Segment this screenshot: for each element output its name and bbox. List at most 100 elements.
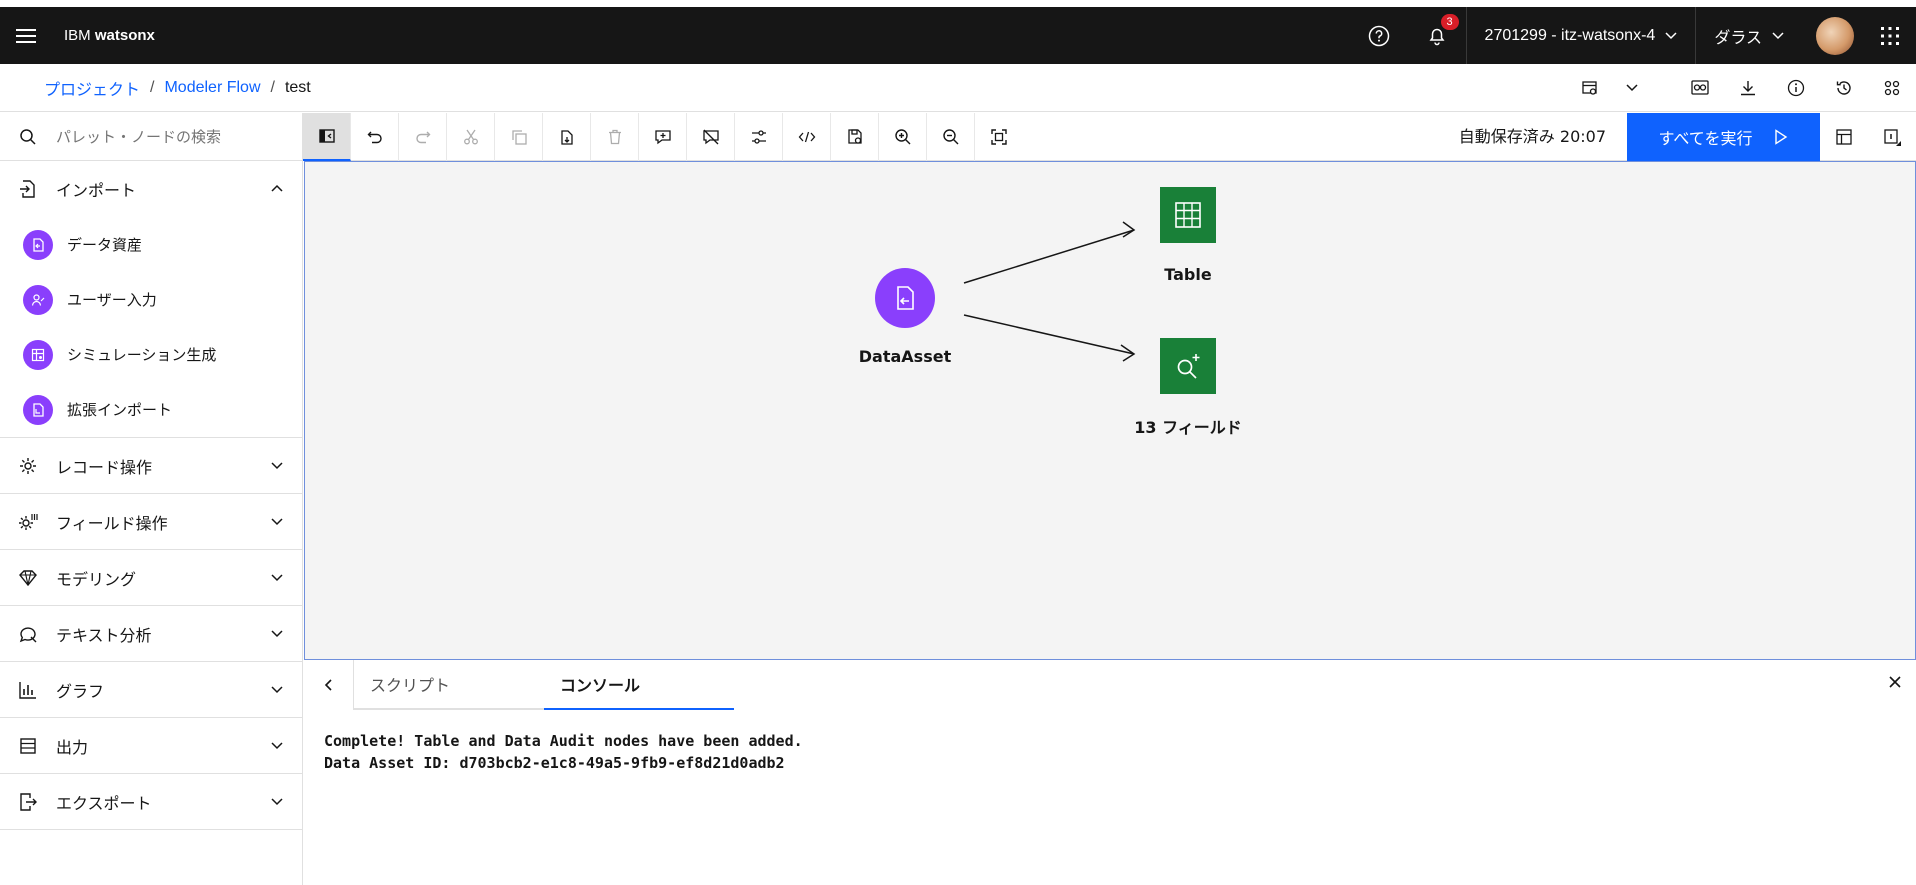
- link-dataasset-table[interactable]: [963, 229, 1135, 284]
- header-actions: 3 2701299 - itz-watsonx-4 ダラス: [1350, 7, 1916, 64]
- dataasset-node[interactable]: [875, 268, 935, 328]
- palette-category-text-analytics[interactable]: テキスト分析: [0, 606, 302, 662]
- data-audit-node-label: 13 フィールド: [1134, 418, 1242, 437]
- bottom-panel: スクリプト コンソール Complete! Table and Data Aud…: [304, 660, 1916, 885]
- output-table-icon: [0, 736, 56, 756]
- flow-settings-icon[interactable]: [1868, 64, 1916, 112]
- flow-type-icon[interactable]: [1566, 64, 1614, 112]
- diamond-icon: [0, 568, 56, 588]
- breadcrumb-current: test: [284, 78, 311, 96]
- palette-category-graphs[interactable]: グラフ: [0, 662, 302, 718]
- table-grid-icon: [1175, 202, 1201, 228]
- info-icon[interactable]: [1772, 64, 1820, 112]
- collapse-panel-button[interactable]: [304, 660, 354, 710]
- menu-icon[interactable]: [0, 7, 52, 64]
- table-node[interactable]: [1160, 187, 1216, 243]
- zoom-out-button[interactable]: [927, 112, 975, 161]
- panel-tabs: スクリプト コンソール: [304, 660, 1916, 710]
- chevron-down-icon: [271, 630, 283, 638]
- palette-category-label: グラフ: [56, 681, 105, 701]
- search-icon: [0, 128, 56, 146]
- chevron-down-icon: [1772, 31, 1784, 39]
- cut-button[interactable]: [447, 112, 495, 161]
- save-version-button[interactable]: [831, 112, 879, 161]
- palette-node-data-asset[interactable]: データ資産: [0, 217, 302, 272]
- palette-category-label: テキスト分析: [56, 625, 152, 645]
- download-icon[interactable]: [1724, 64, 1772, 112]
- close-panel-button[interactable]: [1888, 674, 1902, 693]
- breadcrumb-separator: /: [270, 78, 275, 96]
- chevron-left-icon: [324, 679, 332, 691]
- breadcrumb-separator: /: [150, 78, 155, 96]
- import-icon: [0, 179, 56, 199]
- run-all-button[interactable]: すべてを実行: [1627, 113, 1820, 161]
- data-audit-node[interactable]: [1160, 338, 1216, 394]
- palette-category-field-ops[interactable]: フィールド操作: [0, 494, 302, 550]
- chevron-down-icon: [271, 462, 283, 470]
- console-line: Data Asset ID: d703bcb2-e1c8-49a5-9fb9-e…: [324, 754, 785, 772]
- account-label: 2701299 - itz-watsonx-4: [1484, 26, 1656, 44]
- run-all-label: すべてを実行: [1658, 129, 1753, 148]
- notification-bell-icon[interactable]: 3: [1408, 7, 1466, 64]
- properties-panel-button[interactable]: [1868, 113, 1916, 161]
- palette-node-simulation[interactable]: シミュレーション生成: [0, 327, 302, 382]
- history-icon[interactable]: [1820, 64, 1868, 112]
- chevron-down-icon[interactable]: [1614, 64, 1650, 112]
- palette-category-label: インポート: [56, 181, 137, 200]
- zoom-in-button[interactable]: [879, 112, 927, 161]
- hide-comments-button[interactable]: [687, 112, 735, 161]
- export-icon: [0, 792, 56, 812]
- record-ops-icon: [0, 456, 56, 476]
- model-compare-icon[interactable]: [1676, 64, 1724, 112]
- chevron-down-icon: [271, 574, 283, 582]
- help-icon[interactable]: [1350, 7, 1408, 64]
- palette-category-record-ops[interactable]: レコード操作: [0, 438, 302, 494]
- brand-product: watsonx: [94, 27, 155, 44]
- paste-button[interactable]: [543, 112, 591, 161]
- chevron-down-icon: [271, 742, 283, 750]
- palette-category-modeling[interactable]: モデリング: [0, 550, 302, 606]
- undo-button[interactable]: [351, 112, 399, 161]
- search-input[interactable]: [56, 127, 286, 146]
- code-button[interactable]: [783, 112, 831, 161]
- tab-console[interactable]: コンソール: [544, 660, 734, 710]
- region-switcher[interactable]: ダラス: [1695, 7, 1802, 64]
- chevron-up-icon: [271, 184, 283, 192]
- chevron-down-icon: [271, 798, 283, 806]
- region-label: ダラス: [1714, 29, 1762, 47]
- avatar[interactable]: [1816, 16, 1854, 55]
- link-dataasset-audit[interactable]: [963, 314, 1135, 355]
- breadcrumb-flow-link[interactable]: Modeler Flow: [164, 79, 260, 97]
- palette-category-label: エクスポート: [56, 793, 152, 813]
- chevron-down-icon: [271, 686, 283, 694]
- data-asset-icon: [897, 286, 914, 310]
- account-switcher[interactable]: 2701299 - itz-watsonx-4: [1465, 7, 1696, 64]
- palette-node-label: シミュレーション生成: [67, 346, 217, 364]
- palette-node-extension-import[interactable]: 拡張インポート: [0, 382, 302, 437]
- palette-category-import[interactable]: インポート: [0, 161, 302, 217]
- play-icon: [1775, 129, 1788, 145]
- outputs-panel-button[interactable]: [1820, 113, 1868, 161]
- brand-name[interactable]: IBM watsonx: [64, 27, 155, 44]
- add-comment-button[interactable]: [639, 112, 687, 161]
- copy-button[interactable]: [495, 112, 543, 161]
- settings-sliders-button[interactable]: [735, 112, 783, 161]
- fit-to-screen-button[interactable]: [975, 113, 1023, 161]
- palette-category-export[interactable]: エクスポート: [0, 774, 302, 830]
- delete-button[interactable]: [591, 112, 639, 161]
- flow-canvas[interactable]: DataAsset Table 13 フィールド: [304, 161, 1916, 660]
- node-palette: インポート データ資産 ユーザー入力 シミュレーション生成 拡張インポート レコ…: [0, 161, 303, 885]
- text-analytics-icon: [0, 624, 56, 644]
- extension-import-icon: [23, 394, 53, 425]
- app-switcher-icon[interactable]: [1864, 7, 1916, 64]
- breadcrumb-projects-link[interactable]: プロジェクト: [44, 76, 140, 100]
- palette-category-label: 出力: [56, 737, 89, 757]
- palette-category-output[interactable]: 出力: [0, 718, 302, 774]
- toggle-palette-button[interactable]: [303, 112, 351, 161]
- redo-button[interactable]: [399, 112, 447, 161]
- tab-script[interactable]: スクリプト: [354, 660, 544, 710]
- palette-node-label: データ資産: [67, 236, 143, 254]
- user-input-icon: [23, 284, 53, 315]
- palette-node-user-input[interactable]: ユーザー入力: [0, 272, 302, 327]
- simulation-icon: [23, 339, 53, 370]
